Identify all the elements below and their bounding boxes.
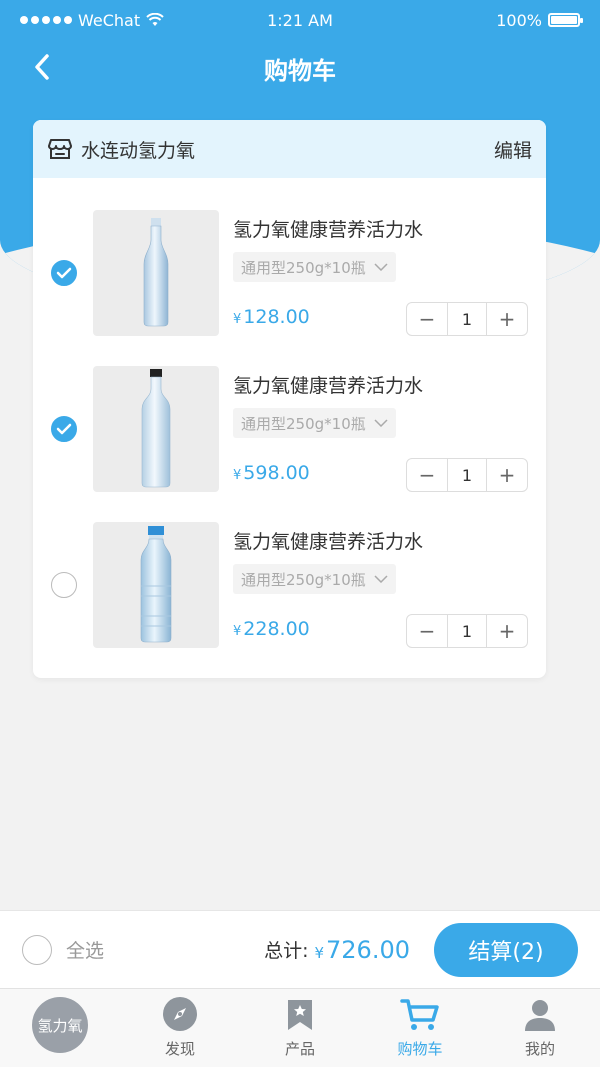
spec-selector[interactable]: 通用型250g*10瓶: [233, 252, 396, 282]
total-label: 总计:: [264, 940, 309, 962]
spec-label: 通用型250g*10瓶: [241, 414, 366, 433]
wifi-icon: [146, 13, 164, 26]
product-image[interactable]: [93, 522, 219, 648]
increase-button[interactable]: +: [487, 459, 527, 491]
page-title: 购物车: [264, 56, 336, 85]
checkout-bar: 全选 总计: ¥726.00 结算(2): [0, 910, 600, 988]
quantity-stepper: − 1 +: [406, 302, 528, 336]
tab-discover[interactable]: 发现: [120, 989, 240, 1067]
brand-logo: 氢力氧: [32, 997, 88, 1053]
select-all-checkbox[interactable]: [22, 934, 52, 965]
cart-item: 氢力氧健康营养活力水 通用型250g*10瓶 ¥128.00 − 1 +: [33, 210, 546, 340]
quantity-value[interactable]: 1: [447, 615, 487, 647]
user-icon: [525, 1000, 555, 1031]
nav-bar: 购物车: [0, 44, 600, 92]
tab-label: 购物车: [397, 1040, 443, 1058]
battery-icon: [548, 13, 583, 27]
checkmark-icon: [56, 267, 72, 279]
quantity-stepper: − 1 +: [406, 458, 528, 492]
item-price: ¥598.00: [233, 462, 310, 484]
chevron-down-icon: [374, 419, 388, 427]
checkout-button[interactable]: 结算(2): [434, 922, 578, 977]
item-checkbox[interactable]: [51, 260, 77, 286]
quantity-value[interactable]: 1: [447, 303, 487, 335]
spec-label: 通用型250g*10瓶: [241, 258, 366, 277]
quantity-stepper: − 1 +: [406, 614, 528, 648]
clock: 1:21 AM: [267, 10, 333, 30]
tab-label: 我的: [524, 1040, 555, 1058]
tab-label: 发现: [164, 1040, 195, 1058]
carrier-label: WeChat: [78, 10, 141, 30]
store-icon: [48, 139, 72, 159]
spec-label: 通用型250g*10瓶: [241, 570, 366, 589]
battery-percent: 100%: [496, 10, 542, 30]
item-price: ¥128.00: [233, 306, 310, 328]
increase-button[interactable]: +: [487, 303, 527, 335]
item-checkbox[interactable]: [51, 416, 77, 442]
product-image[interactable]: [93, 210, 219, 336]
total-price: ¥726.00: [314, 935, 410, 964]
spec-selector[interactable]: 通用型250g*10瓶: [233, 564, 396, 594]
decrease-button[interactable]: −: [407, 303, 447, 335]
select-all-label[interactable]: 全选: [66, 936, 104, 963]
chevron-down-icon: [374, 575, 388, 583]
back-arrow-icon[interactable]: [28, 52, 58, 82]
shop-header: 水连动氢力氧 编辑: [33, 120, 546, 178]
product-name: 氢力氧健康营养活力水: [233, 375, 424, 397]
item-price: ¥228.00: [233, 618, 310, 640]
tab-profile[interactable]: 我的: [480, 989, 600, 1067]
chevron-down-icon: [374, 263, 388, 271]
tab-cart[interactable]: 购物车: [360, 989, 480, 1067]
item-checkbox[interactable]: [51, 572, 77, 598]
product-image[interactable]: [93, 366, 219, 492]
tab-products[interactable]: 产品: [240, 989, 360, 1067]
cart-item: 氢力氧健康营养活力水 通用型250g*10瓶 ¥228.00 − 1 +: [33, 522, 546, 652]
tab-bar: 氢力氧 发现 产品 购物车 我的: [0, 988, 600, 1067]
tab-label: 产品: [284, 1040, 315, 1058]
increase-button[interactable]: +: [487, 615, 527, 647]
spec-selector[interactable]: 通用型250g*10瓶: [233, 408, 396, 438]
quantity-value[interactable]: 1: [447, 459, 487, 491]
tab-home[interactable]: 氢力氧: [0, 989, 120, 1067]
cart-icon: [400, 999, 439, 1030]
shop-name-row[interactable]: 水连动氢力氧: [47, 136, 195, 163]
product-name: 氢力氧健康营养活力水: [233, 531, 424, 553]
cart-item: 氢力氧健康营养活力水 通用型250g*10瓶 ¥598.00 − 1 +: [33, 366, 546, 496]
bookmark-icon: [288, 1000, 312, 1030]
cart-card: 水连动氢力氧 编辑 氢力氧健康营养活力水 通用型250g*10瓶 ¥128.00…: [33, 120, 546, 678]
shop-name: 水连动氢力氧: [81, 139, 196, 162]
compass-icon: [163, 997, 197, 1031]
decrease-button[interactable]: −: [407, 615, 447, 647]
status-bar: WeChat 1:21 AM 100%: [0, 0, 600, 40]
decrease-button[interactable]: −: [407, 459, 447, 491]
signal-icon: [20, 16, 72, 24]
product-name: 氢力氧健康营养活力水: [233, 219, 424, 241]
edit-button[interactable]: 编辑: [494, 136, 532, 163]
checkmark-icon: [56, 423, 72, 435]
